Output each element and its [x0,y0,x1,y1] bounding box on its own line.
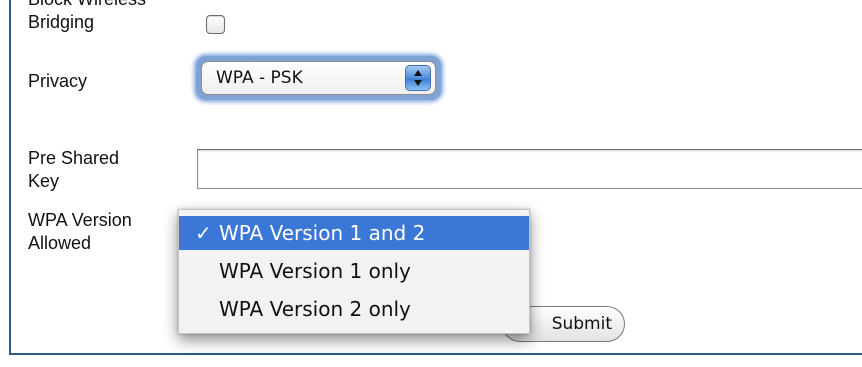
pre-shared-key-input[interactable] [197,149,862,189]
privacy-label: Privacy [28,71,88,91]
dropdown-option-wpa-1-only[interactable]: WPA Version 1 only [179,254,529,288]
dropdown-option-label: WPA Version 1 only [219,259,411,283]
dropdown-option-label: WPA Version 1 and 2 [219,221,426,245]
privacy-select[interactable]: WPA - PSK [196,56,441,100]
checkmark-icon: ✓ [195,221,212,245]
up-down-arrows-icon[interactable] [405,65,431,91]
wpa-version-dropdown-menu: ✓ WPA Version 1 and 2 WPA Version 1 only… [178,209,530,334]
block-wireless-bridging-label: Block Wireless Bridging [28,0,146,32]
privacy-select-value: WPA - PSK [216,68,303,88]
block-wireless-bridging-checkbox[interactable] [206,15,225,34]
privacy-select-field[interactable]: WPA - PSK [201,61,436,95]
dropdown-option-wpa-1-and-2[interactable]: ✓ WPA Version 1 and 2 [179,216,529,250]
wpa-version-allowed-label: WPA Version Allowed [28,210,132,253]
frame-bottom-border [9,353,862,355]
pre-shared-key-label: Pre Shared Key [28,148,120,191]
dropdown-option-label: WPA Version 2 only [219,297,411,321]
dropdown-option-wpa-2-only[interactable]: WPA Version 2 only [179,292,529,326]
